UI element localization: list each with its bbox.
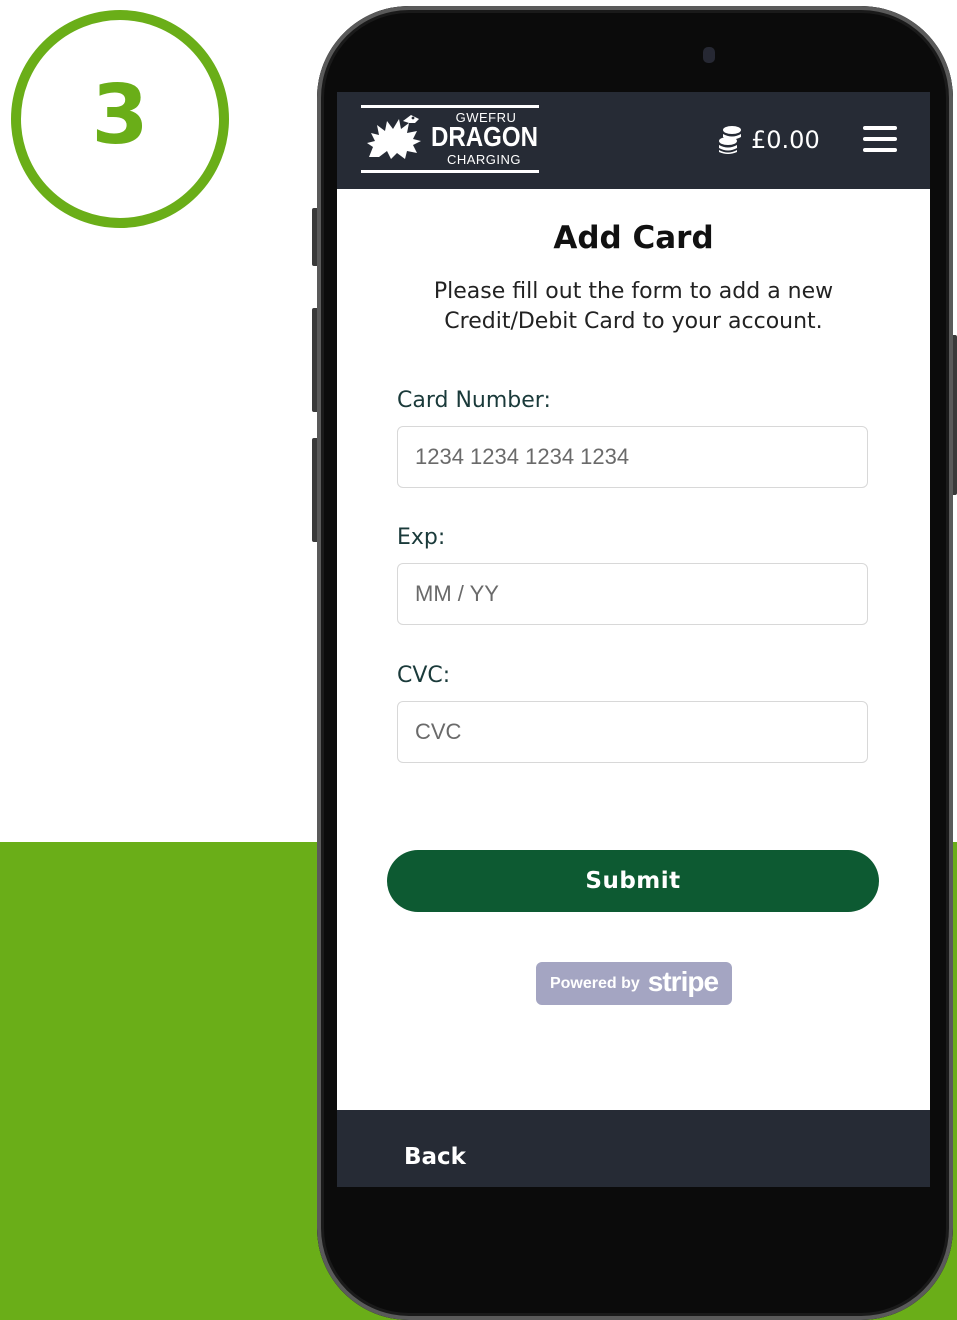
step-indicator-circle: 3: [11, 10, 229, 228]
welsh-dragon-icon: [367, 115, 421, 159]
cvc-input[interactable]: [397, 701, 868, 763]
stripe-logo-text: stripe: [647, 966, 719, 997]
cvc-label: CVC:: [397, 663, 451, 688]
menu-bar: [863, 137, 897, 141]
back-link[interactable]: Back: [404, 1144, 466, 1170]
page-subtitle: Please fill out the form to add a new Cr…: [433, 279, 834, 334]
menu-bar: [863, 148, 897, 152]
step-number: 3: [91, 68, 149, 163]
exp-input[interactable]: [397, 563, 868, 625]
dragon-charging-logo[interactable]: GWEFRU DRAGON CHARGING: [361, 105, 539, 173]
coins-icon: [719, 126, 741, 154]
submit-button[interactable]: Submit: [387, 850, 879, 912]
app-footer: Back: [337, 1110, 930, 1187]
logo-charging-text: CHARGING: [446, 152, 522, 167]
card-number-input[interactable]: [397, 426, 868, 488]
exp-label: Exp:: [397, 525, 446, 550]
card-number-label: Card Number:: [397, 388, 551, 413]
logo-dragon-text: DRAGON: [431, 121, 539, 152]
logo-bottom-rule: [361, 170, 539, 173]
phone-screen: GWEFRU DRAGON CHARGING £0.00 Add Card Pl…: [337, 92, 930, 1187]
account-balance[interactable]: £0.00: [717, 122, 820, 158]
stripe-powered-text: Powered by: [549, 974, 640, 992]
powered-by-stripe-badge[interactable]: Powered by stripe: [536, 962, 732, 1005]
logo-top-rule: [361, 105, 539, 108]
hamburger-menu-icon[interactable]: [863, 126, 897, 153]
camera-icon: [703, 47, 715, 63]
page-title: Add Card: [553, 220, 714, 256]
app-header: GWEFRU DRAGON CHARGING £0.00: [337, 92, 930, 189]
menu-bar: [863, 126, 897, 130]
balance-amount: £0.00: [751, 126, 820, 154]
